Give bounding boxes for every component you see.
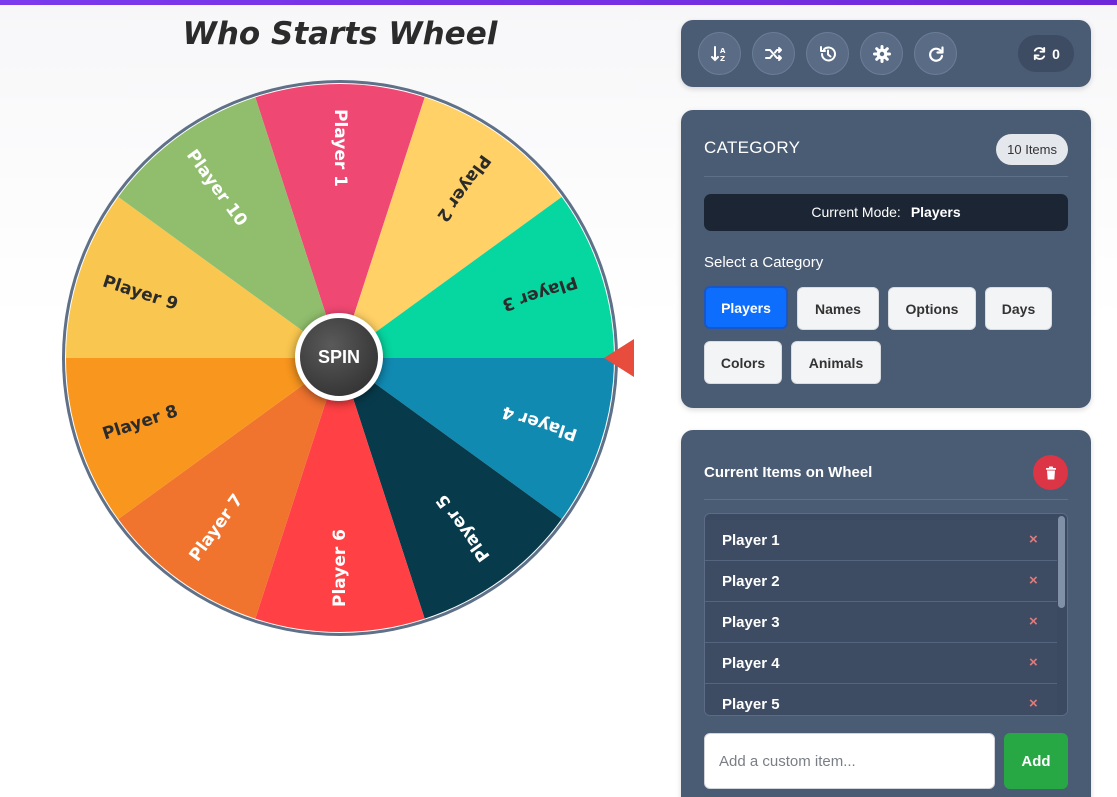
history-icon	[819, 45, 836, 61]
item-list[interactable]: Player 1 × Player 2 × Player 3 × Player …	[704, 513, 1068, 716]
item-name: Player 4	[722, 655, 780, 672]
add-item-button[interactable]: Add	[1004, 733, 1068, 789]
category-days-button[interactable]: Days	[985, 287, 1052, 330]
remove-item-button[interactable]: ×	[1029, 531, 1038, 548]
category-animals-button[interactable]: Animals	[791, 341, 881, 384]
item-name: Player 1	[722, 532, 780, 549]
divider	[704, 499, 1068, 500]
redo-icon	[928, 45, 944, 62]
wheel-segment-label: Player 6	[330, 529, 350, 607]
category-players-button[interactable]: Players	[704, 286, 788, 329]
reset-button[interactable]	[914, 32, 957, 75]
select-category-label: Select a Category	[704, 254, 824, 271]
gear-icon	[872, 44, 891, 63]
category-options-button[interactable]: Options	[888, 287, 976, 330]
remove-item-button[interactable]: ×	[1029, 654, 1038, 671]
shuffle-button[interactable]	[752, 32, 795, 75]
list-item: Player 2 ×	[705, 561, 1057, 602]
item-name: Player 5	[722, 696, 780, 713]
spin-count: 0	[1052, 45, 1060, 62]
sort-icon: A Z	[710, 45, 726, 63]
mode-value: Players	[910, 204, 961, 220]
items-title: Current Items on Wheel	[704, 464, 873, 481]
sort-button[interactable]: A Z	[698, 32, 741, 75]
remove-item-button[interactable]: ×	[1029, 695, 1038, 712]
remove-item-button[interactable]: ×	[1029, 572, 1038, 589]
item-name: Player 3	[722, 614, 780, 631]
list-item: Player 3 ×	[705, 602, 1057, 643]
toolbar-panel: A Z 0	[681, 20, 1091, 87]
settings-button[interactable]	[860, 32, 903, 75]
list-item: Player 5 ×	[705, 684, 1057, 715]
wheel-pointer	[604, 339, 634, 377]
history-button[interactable]	[806, 32, 849, 75]
item-count-badge: 10 Items	[996, 134, 1068, 165]
category-title: CATEGORY	[704, 138, 801, 157]
refresh-icon	[1033, 46, 1046, 61]
clear-items-button[interactable]	[1033, 455, 1068, 490]
shuffle-icon	[764, 46, 782, 61]
spin-button[interactable]: SPIN	[295, 313, 383, 401]
category-panel: CATEGORY 10 Items Current Mode: Players S…	[681, 110, 1091, 408]
wheel-segment-label: Player 1	[330, 109, 350, 187]
svg-text:A: A	[720, 47, 726, 55]
remove-item-button[interactable]: ×	[1029, 613, 1038, 630]
custom-item-input[interactable]	[704, 733, 995, 789]
category-names-button[interactable]: Names	[797, 287, 879, 330]
svg-text:Z: Z	[720, 55, 725, 63]
list-item: Player 1 ×	[705, 520, 1057, 561]
list-item: Player 4 ×	[705, 643, 1057, 684]
trash-icon	[1045, 466, 1056, 479]
item-name: Player 2	[722, 573, 780, 590]
page-title: Who Starts Wheel	[182, 16, 498, 52]
wheel-items-panel: Current Items on Wheel Player 1 × Player…	[681, 430, 1091, 797]
current-mode-bar: Current Mode: Players	[704, 194, 1068, 231]
scrollbar-thumb[interactable]	[1058, 516, 1065, 608]
divider	[704, 176, 1068, 177]
mode-label: Current Mode:	[811, 204, 901, 220]
category-colors-button[interactable]: Colors	[704, 341, 782, 384]
spin-counter: 0	[1018, 35, 1074, 72]
